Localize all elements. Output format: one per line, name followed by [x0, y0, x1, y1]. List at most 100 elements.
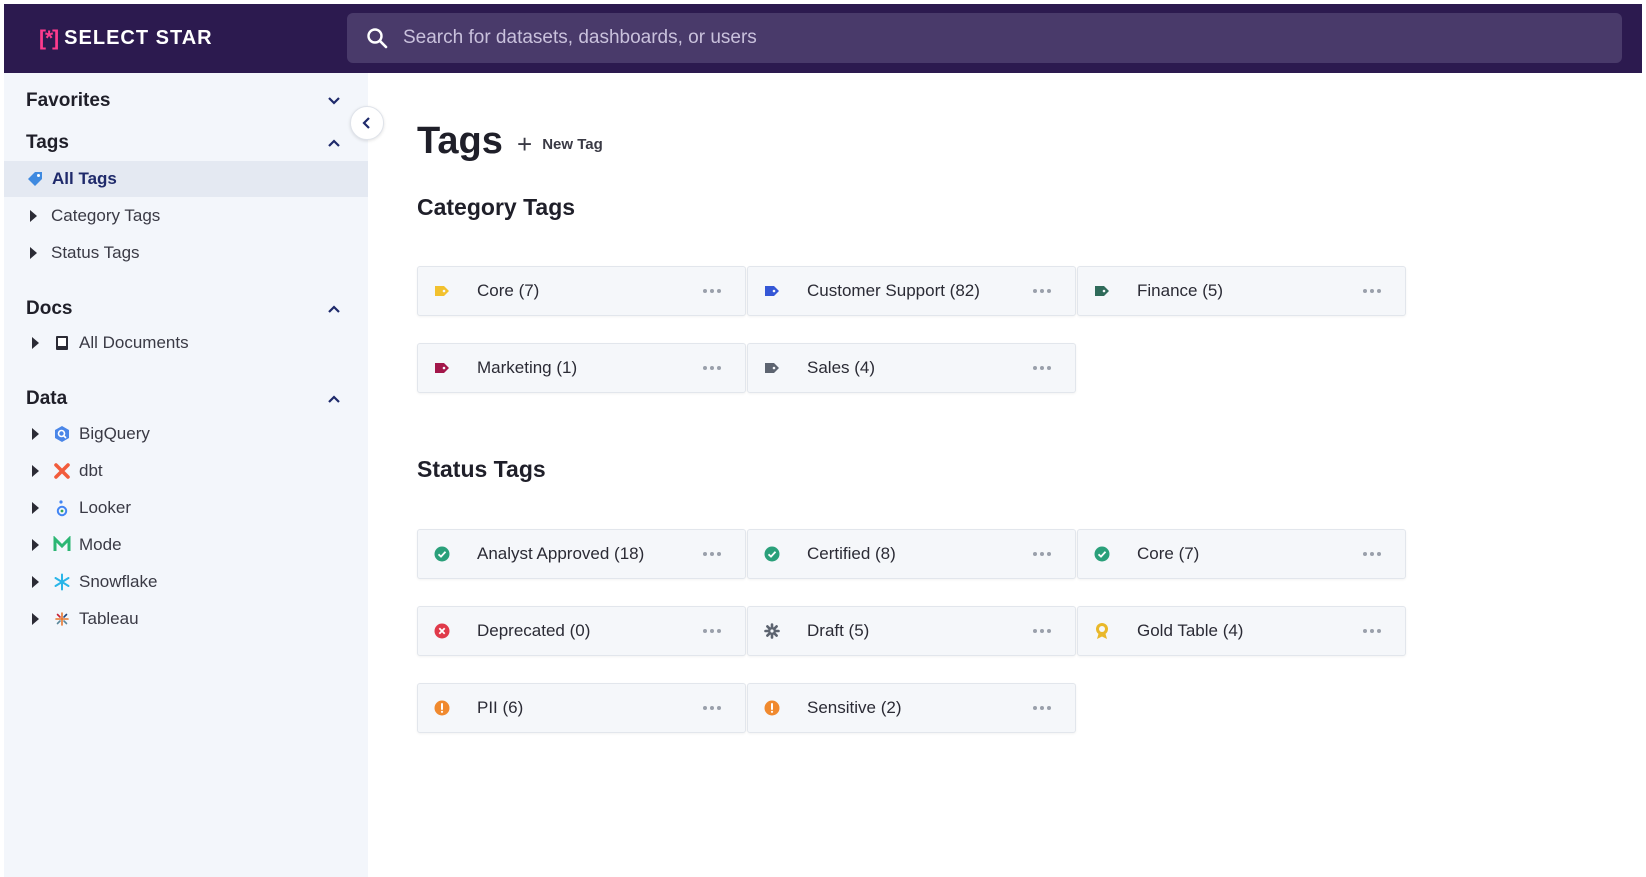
sidebar: Favorites Tags All Tags Category Tags St…: [4, 73, 368, 877]
sidebar-item-label: Status Tags: [51, 243, 140, 262]
more-options-icon[interactable]: [697, 544, 727, 564]
collapse-sidebar-button[interactable]: [350, 106, 384, 140]
chevron-up-icon[interactable]: [326, 135, 342, 151]
status-tags-heading: Status Tags: [417, 456, 546, 482]
sidebar-item-category-tags[interactable]: Category Tags: [4, 198, 368, 234]
more-options-icon[interactable]: [1357, 621, 1387, 641]
sidebar-item-label: Tableau: [79, 609, 139, 628]
tableau-icon: [53, 610, 71, 628]
bigquery-icon: [53, 425, 71, 443]
caret-right-icon[interactable]: [32, 613, 39, 625]
sidebar-section-docs[interactable]: Docs: [26, 294, 342, 324]
sidebar-section-data[interactable]: Data: [26, 384, 342, 414]
more-options-icon[interactable]: [1357, 544, 1387, 564]
chevron-up-icon[interactable]: [326, 391, 342, 407]
caret-right-icon[interactable]: [32, 337, 39, 349]
snowflake-icon: [53, 573, 71, 591]
sidebar-item-tableau[interactable]: Tableau: [4, 601, 368, 637]
tag-card-label: Sensitive (2): [807, 698, 902, 717]
more-options-icon[interactable]: [1027, 621, 1057, 641]
logo-text: SELECT STAR: [64, 27, 213, 49]
tag-card-label: Gold Table (4): [1137, 621, 1244, 640]
new-tag-button[interactable]: + New Tag: [517, 129, 603, 159]
more-options-icon[interactable]: [1027, 358, 1057, 378]
sidebar-item-looker[interactable]: Looker: [4, 490, 368, 526]
tag-card-label: Finance (5): [1137, 281, 1223, 300]
sidebar-item-label: Mode: [79, 535, 122, 554]
tag-card[interactable]: Certified (8): [747, 529, 1076, 579]
tag-card-label: Deprecated (0): [477, 621, 591, 640]
more-options-icon[interactable]: [1027, 544, 1057, 564]
tag-card-label: Analyst Approved (18): [477, 544, 645, 563]
more-options-icon[interactable]: [697, 621, 727, 641]
caret-right-icon[interactable]: [32, 465, 39, 477]
tag-card-label: Draft (5): [807, 621, 870, 640]
check-circle-icon: [763, 545, 781, 563]
caret-right-icon[interactable]: [32, 539, 39, 551]
tag-card[interactable]: Sales (4): [747, 343, 1076, 393]
sidebar-item-label: Snowflake: [79, 572, 158, 591]
tag-card-label: Certified (8): [807, 544, 896, 563]
sidebar-item-label: All Documents: [79, 333, 189, 352]
caret-right-icon[interactable]: [32, 502, 39, 514]
more-options-icon[interactable]: [1027, 698, 1057, 718]
caret-right-icon[interactable]: [32, 576, 39, 588]
book-icon: [53, 334, 71, 352]
tag-icon: [26, 170, 44, 188]
tag-card[interactable]: Gold Table (4): [1077, 606, 1406, 656]
tag-icon: [763, 282, 781, 300]
tag-card-label: PII (6): [477, 698, 524, 717]
sidebar-item-snowflake[interactable]: Snowflake: [4, 564, 368, 600]
tag-card[interactable]: Sensitive (2): [747, 683, 1076, 733]
tag-card[interactable]: Core (7): [1077, 529, 1406, 579]
more-options-icon[interactable]: [697, 358, 727, 378]
sidebar-item-label: Category Tags: [51, 206, 161, 225]
logo[interactable]: [*] SELECT STAR: [39, 4, 344, 73]
tag-card[interactable]: Marketing (1): [417, 343, 746, 393]
tag-card[interactable]: Customer Support (82): [747, 266, 1076, 316]
sidebar-item-status-tags[interactable]: Status Tags: [4, 235, 368, 271]
x-circle-icon: [433, 622, 451, 640]
section-label-favorites: Favorites: [26, 90, 111, 111]
more-options-icon[interactable]: [697, 281, 727, 301]
chevron-up-icon[interactable]: [326, 301, 342, 317]
more-options-icon[interactable]: [1357, 281, 1387, 301]
tag-icon: [433, 359, 451, 377]
tag-card-label: Sales (4): [807, 358, 876, 377]
sidebar-item-all-tags[interactable]: All Tags: [4, 161, 368, 197]
tag-card[interactable]: Draft (5): [747, 606, 1076, 656]
tag-card-label: Core (7): [1137, 544, 1200, 563]
caret-right-icon[interactable]: [32, 428, 39, 440]
sidebar-section-tags[interactable]: Tags: [26, 128, 342, 158]
sidebar-section-favorites[interactable]: Favorites: [26, 86, 342, 116]
check-circle-icon: [433, 545, 451, 563]
sidebar-item-dbt[interactable]: dbt: [4, 453, 368, 489]
caret-right-icon[interactable]: [30, 247, 37, 259]
new-tag-label: New Tag: [542, 135, 603, 153]
tag-card[interactable]: Finance (5): [1077, 266, 1406, 316]
sidebar-item-mode[interactable]: Mode: [4, 527, 368, 563]
sidebar-item-label: All Tags: [52, 169, 117, 188]
sidebar-item-label: dbt: [79, 461, 103, 480]
sidebar-item-all-documents[interactable]: All Documents: [4, 325, 368, 361]
tag-card[interactable]: Core (7): [417, 266, 746, 316]
tag-card-label: Marketing (1): [477, 358, 578, 377]
more-options-icon[interactable]: [697, 698, 727, 718]
sidebar-item-bigquery[interactable]: BigQuery: [4, 416, 368, 452]
chevron-down-icon[interactable]: [326, 93, 342, 109]
more-options-icon[interactable]: [1027, 281, 1057, 301]
sidebar-item-label: BigQuery: [79, 424, 150, 443]
tag-card[interactable]: Deprecated (0): [417, 606, 746, 656]
tag-card[interactable]: Analyst Approved (18): [417, 529, 746, 579]
section-label-tags: Tags: [26, 132, 69, 153]
section-label-data: Data: [26, 388, 68, 409]
tag-card[interactable]: PII (6): [417, 683, 746, 733]
tag-icon: [1093, 282, 1111, 300]
alert-circle-icon: [433, 699, 451, 717]
plus-icon: +: [517, 129, 533, 159]
search-bar[interactable]: [347, 13, 1622, 63]
tag-card-label: Core (7): [477, 281, 540, 300]
caret-right-icon[interactable]: [30, 210, 37, 222]
top-bar: [*] SELECT STAR: [4, 4, 1642, 73]
search-input[interactable]: [403, 13, 1622, 63]
